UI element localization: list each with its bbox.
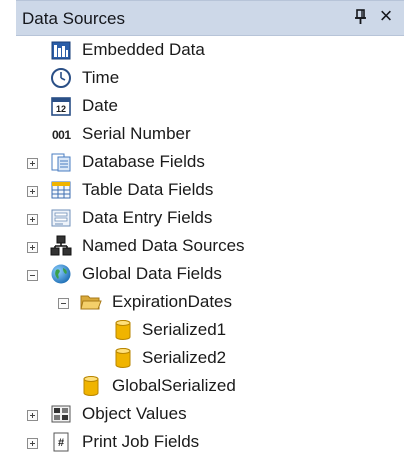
data-sources-panel: Data Sources × Embedded Data Time 12 Dat… [0,0,404,455]
tree-item-print-job-fields[interactable]: # Print Job Fields [0,429,404,457]
serial-number-icon: 001 [52,128,71,142]
close-button[interactable]: × [376,4,396,28]
tree-item-label: Serial Number [82,124,191,143]
tree-item-label: Date [82,96,118,115]
table-icon [50,179,72,201]
clock-icon [50,67,72,89]
tree-item-named-data-sources[interactable]: Named Data Sources [0,233,404,261]
tree-item-embedded-data[interactable]: Embedded Data [0,37,404,65]
expand-toggle[interactable] [27,410,38,421]
tree-item-serial-number[interactable]: 001 Serial Number [0,121,404,149]
tree-item-label: ExpirationDates [112,292,233,311]
calendar-icon-text: 12 [56,104,66,114]
tree-item-label: Print Job Fields [82,432,200,451]
embedded-data-icon [50,39,72,61]
tree-item-object-values[interactable]: Object Values [0,401,404,429]
tree-item-label: Table Data Fields [82,180,214,199]
collapse-toggle[interactable] [27,270,38,281]
tree-item-label: Object Values [82,404,187,423]
tree-item-expiration-dates[interactable]: ExpirationDates [0,289,404,317]
tree-item-label: Database Fields [82,152,205,171]
tree-item-label: Time [82,68,120,87]
expand-toggle[interactable] [27,186,38,197]
tree-item-database-fields[interactable]: Database Fields [0,149,404,177]
pin-icon[interactable] [352,7,370,27]
tree-item-time[interactable]: Time [0,65,404,93]
cylinder-icon [80,375,102,397]
tree-item-label: Named Data Sources [82,236,245,255]
tree-item-label: Global Data Fields [82,264,222,283]
tree-item-label: Data Entry Fields [82,208,213,227]
tree-item-label: Embedded Data [82,40,205,59]
form-icon [50,207,72,229]
tree-item-global-data-fields[interactable]: Global Data Fields [0,261,404,289]
print-job-icon: # [50,431,72,453]
database-fields-icon [50,151,72,173]
tree-item-serialized1[interactable]: Serialized1 [0,317,404,345]
tree-item-date[interactable]: 12 Date [0,93,404,121]
tree-item-label: Serialized1 [142,320,227,339]
svg-text:#: # [58,437,64,449]
cylinder-icon [112,347,134,369]
folder-open-icon [80,291,102,313]
globe-icon [50,263,72,285]
panel-titlebar: Data Sources × [16,0,404,36]
expand-toggle[interactable] [27,158,38,169]
panel-title: Data Sources [22,9,125,28]
tree-item-serialized2[interactable]: Serialized2 [0,345,404,373]
expand-toggle[interactable] [27,214,38,225]
calendar-icon: 12 [50,95,72,117]
cylinder-icon [112,319,134,341]
expand-toggle[interactable] [27,438,38,449]
tree-item-table-data-fields[interactable]: Table Data Fields [0,177,404,205]
object-values-icon [50,403,72,425]
tree-item-global-serialized[interactable]: GlobalSerialized [0,373,404,401]
tree-item-label: Serialized2 [142,348,227,367]
tree-item-label: GlobalSerialized [112,376,236,395]
collapse-toggle[interactable] [58,298,69,309]
tree-item-data-entry-fields[interactable]: Data Entry Fields [0,205,404,233]
data-sources-tree: Embedded Data Time 12 Date 001 Serial Nu… [0,34,404,455]
expand-toggle[interactable] [27,242,38,253]
network-icon [50,235,72,257]
